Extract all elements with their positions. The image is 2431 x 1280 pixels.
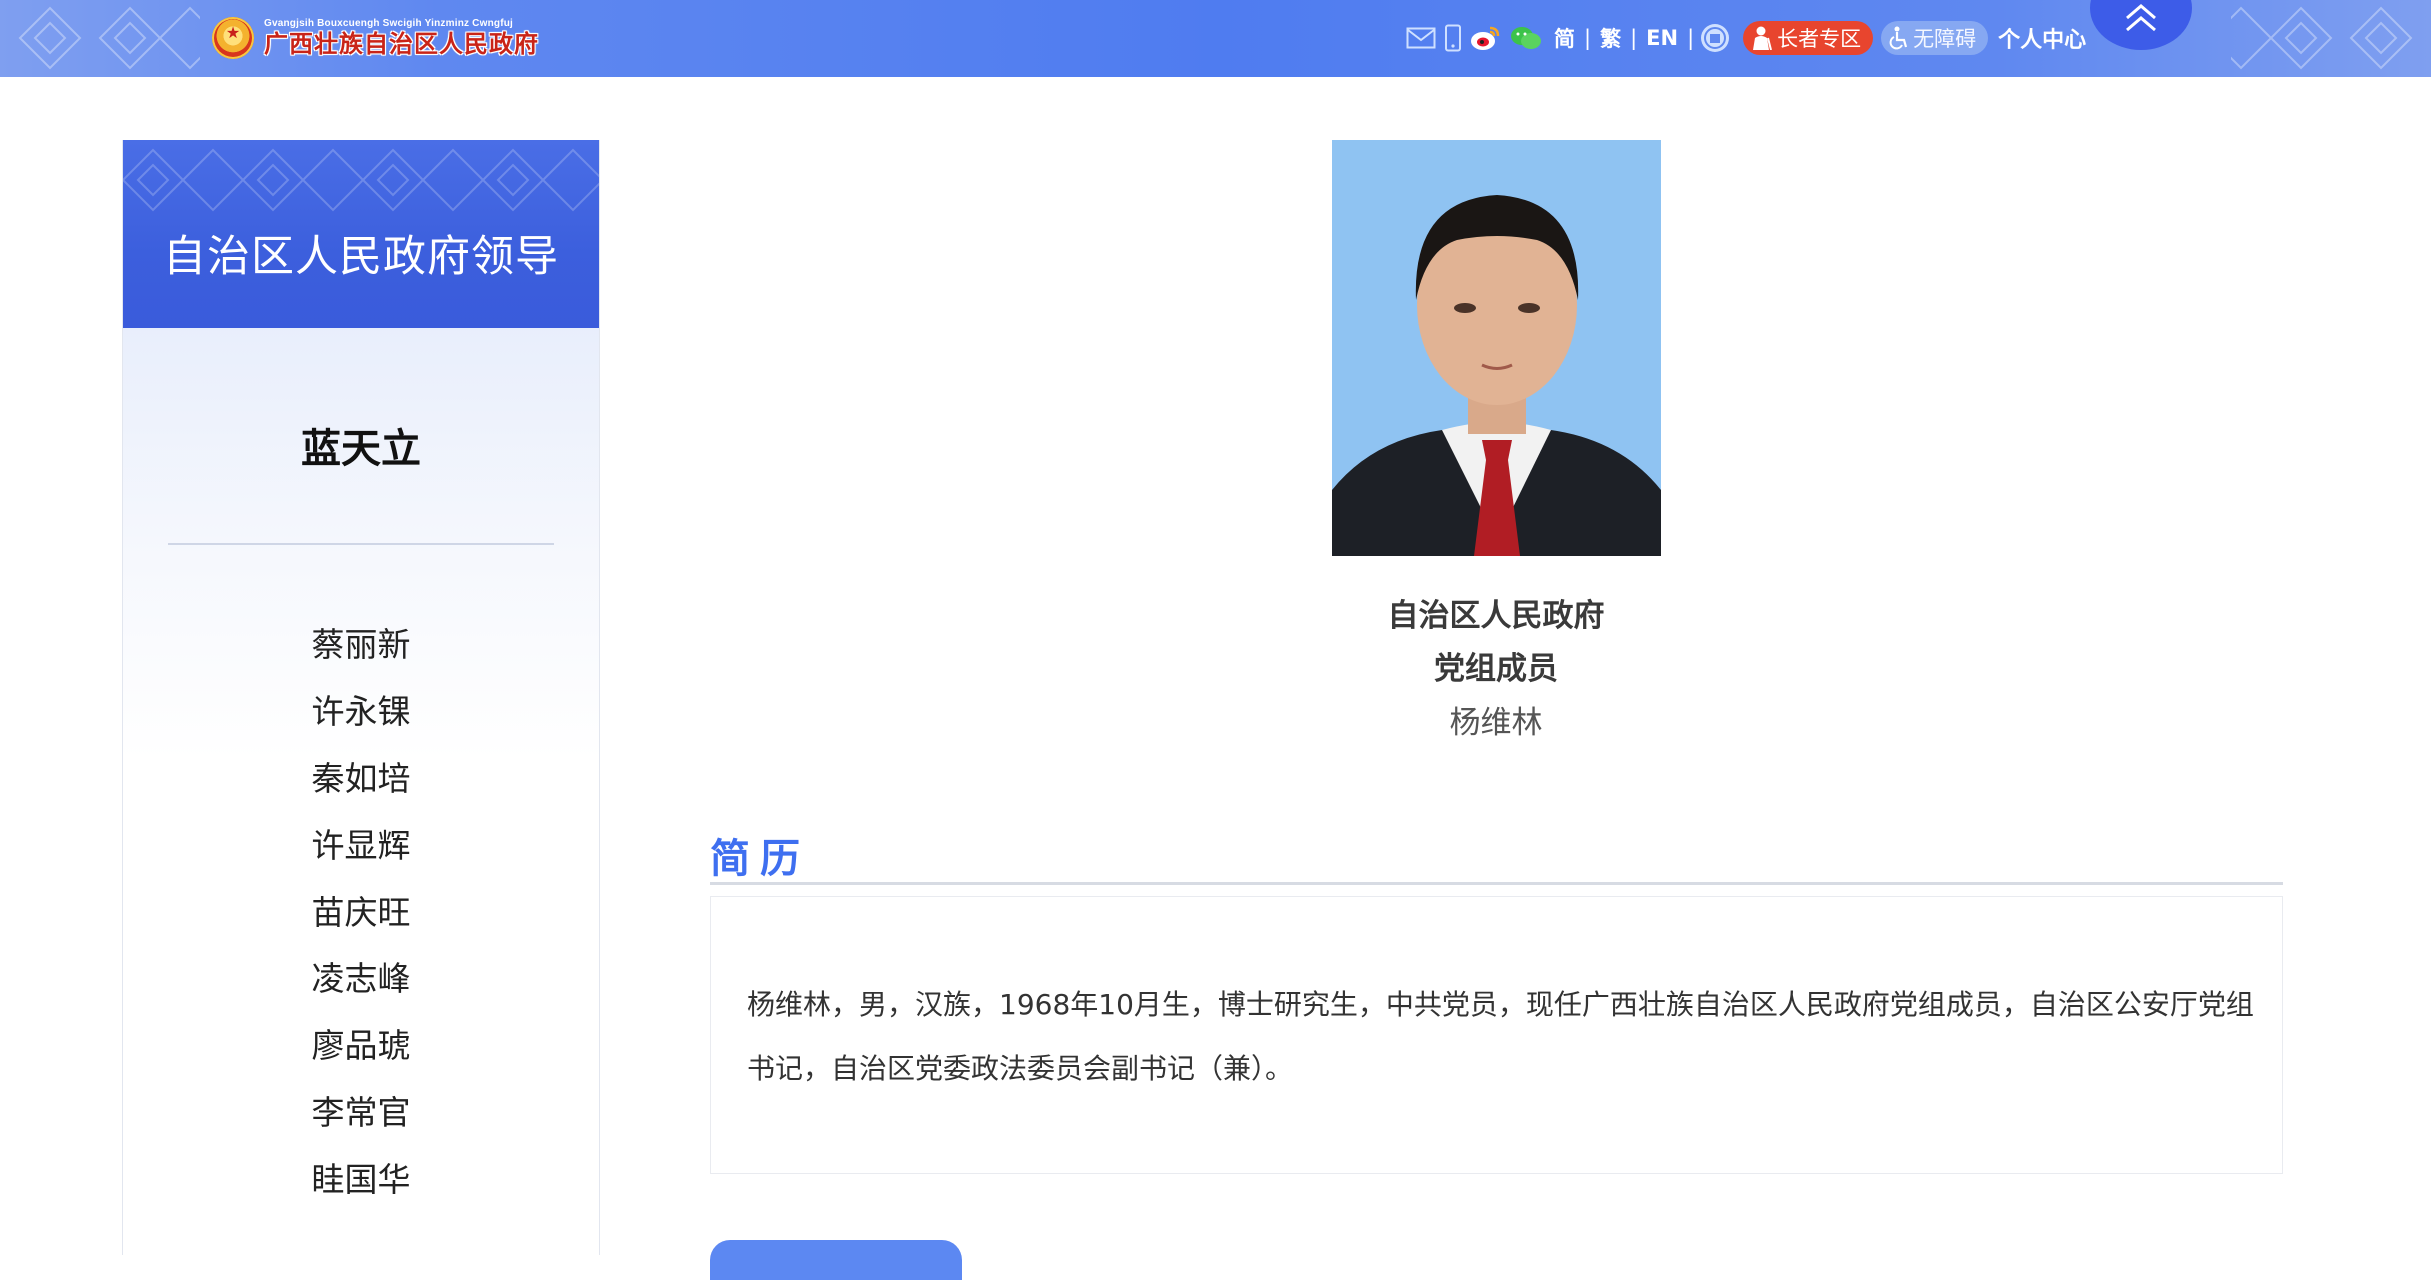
leader-list-item[interactable]: 眭国华 [123, 1153, 599, 1201]
lang-traditional-link[interactable]: 繁 [1600, 23, 1621, 53]
leader-list-item[interactable]: 李常官 [123, 1086, 599, 1134]
personal-center-link[interactable]: 个人中心 [1998, 22, 2086, 54]
decorative-pattern [123, 148, 599, 212]
logo-latin-text: Gvangjsih Bouxcuengh Swcigih Yinzminz Cw… [264, 18, 514, 29]
leaders-sidebar: 自治区人民政府领导 蓝天立 蔡丽新 许永锞 秦如培 许显辉 苗庆旺 凌志峰 廖品… [122, 140, 600, 1255]
elder-icon [1751, 26, 1773, 50]
profile-role-line1: 自治区人民政府 [1387, 598, 1605, 634]
accessibility-label: 无障碍 [1913, 27, 1977, 51]
wechat-icon[interactable] [1510, 25, 1542, 51]
lang-simplified-link[interactable]: 简 [1554, 23, 1575, 53]
lang-english-link[interactable]: EN [1646, 26, 1678, 50]
wheelchair-icon [1889, 26, 1909, 50]
separator: | [1630, 26, 1638, 50]
logo-chinese-text: 广西壮族自治区人民政府 [264, 30, 539, 58]
elder-zone-button[interactable]: 长者专区 [1743, 21, 1874, 55]
mail-icon[interactable] [1406, 27, 1436, 49]
site-logo[interactable]: Gvangjsih Bouxcuengh Swcigih Yinzminz Cw… [212, 12, 539, 64]
leader-portrait [1332, 140, 1661, 556]
government-service-icon[interactable] [1699, 22, 1731, 54]
section-divider [710, 882, 2283, 885]
bio-section-title: 简历 [710, 836, 810, 882]
decorative-pattern-left [18, 6, 200, 70]
leader-list-item[interactable]: 蔡丽新 [123, 618, 599, 666]
leader-list-item[interactable]: 廖品琥 [123, 1019, 599, 1067]
leader-list-item[interactable]: 凌志峰 [123, 952, 599, 1000]
top-toolbar: 简 | 繁 | EN | 长者专区 无障碍 个人中心 [1406, 18, 2086, 58]
national-emblem-icon [212, 17, 254, 59]
separator: | [1584, 26, 1592, 50]
separator: | [1687, 26, 1695, 50]
divider [168, 543, 554, 545]
leader-list-item[interactable]: 许永锞 [123, 685, 599, 733]
weibo-icon[interactable] [1470, 24, 1502, 52]
chevron-up-icon [2126, 4, 2156, 32]
sidebar-title: 自治区人民政府领导 [163, 232, 559, 282]
bio-content-box: 杨维林，男，汉族，1968年10月生，博士研究生，中共党员，现任广西壮族自治区人… [710, 896, 2283, 1174]
bio-text: 杨维林，男，汉族，1968年10月生，博士研究生，中共党员，现任广西壮族自治区人… [747, 988, 2254, 1085]
back-to-top-button[interactable] [2090, 0, 2192, 50]
elder-zone-label: 长者专区 [1777, 27, 1862, 51]
accessibility-button[interactable]: 无障碍 [1881, 21, 1989, 55]
profile-role-line2: 党组成员 [1434, 651, 1558, 687]
leader-list-item[interactable]: 许显辉 [123, 819, 599, 867]
leader-list-item[interactable]: 秦如培 [123, 752, 599, 800]
profile-name: 杨维林 [1449, 705, 1543, 741]
mobile-icon[interactable] [1444, 24, 1462, 52]
decorative-pattern-right [2231, 6, 2413, 70]
sidebar-header: 自治区人民政府领导 [123, 140, 599, 328]
current-leader-name[interactable]: 蓝天立 [123, 416, 599, 474]
leader-list-item[interactable]: 苗庆旺 [123, 886, 599, 934]
section-tab-button[interactable] [710, 1240, 962, 1280]
top-navigation-bar: Gvangjsih Bouxcuengh Swcigih Yinzminz Cw… [0, 0, 2431, 77]
